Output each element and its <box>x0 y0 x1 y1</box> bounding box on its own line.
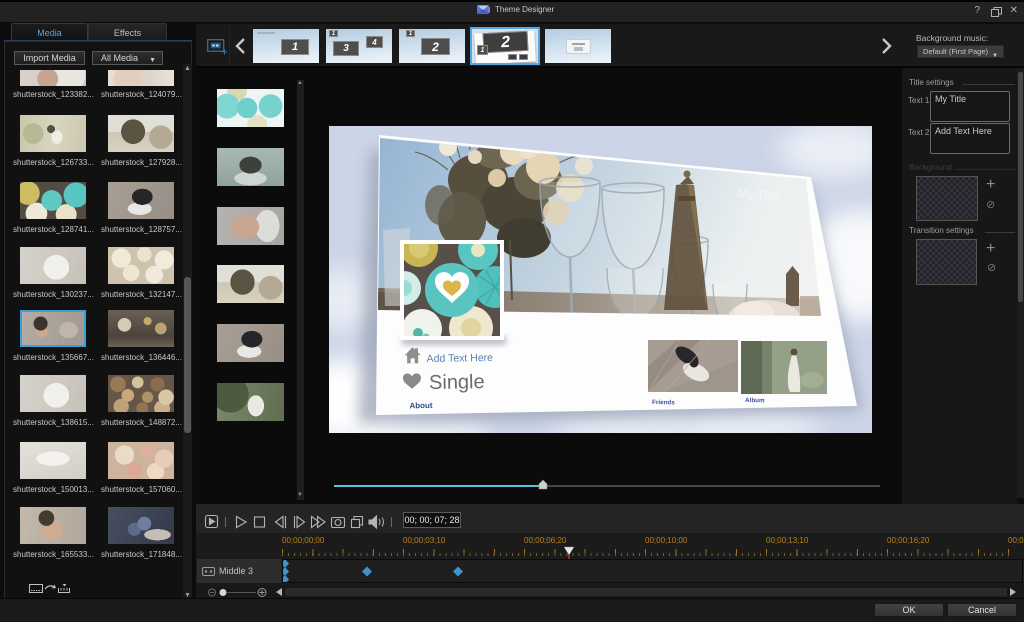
svg-text:Album: Album <box>745 397 765 404</box>
svg-text:Add Text Here: Add Text Here <box>427 352 494 365</box>
svg-text:Friends: Friends <box>652 399 675 406</box>
svg-text:Single: Single <box>429 371 485 394</box>
svg-text:About: About <box>409 401 433 410</box>
